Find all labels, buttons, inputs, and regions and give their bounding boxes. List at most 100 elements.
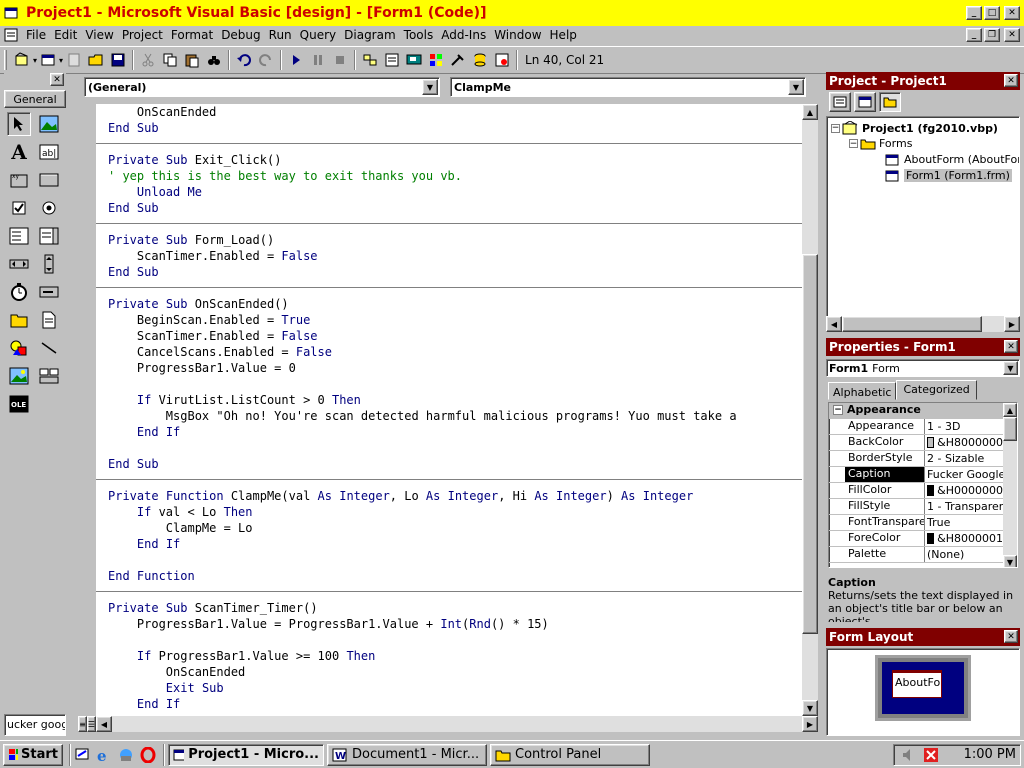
toolbox-close-button[interactable]: ✕: [50, 73, 64, 86]
code-line[interactable]: ' yep this is the best way to exit thank…: [96, 168, 802, 184]
optionbutton-tool-icon[interactable]: [37, 196, 61, 220]
view-code-icon[interactable]: [829, 92, 851, 112]
horizontal-scroll-thumb[interactable]: [842, 316, 982, 332]
image-tool-icon[interactable]: [7, 364, 31, 388]
code-line[interactable]: ClampMe = Lo: [96, 520, 802, 536]
property-row[interactable]: FontTransparen True: [829, 515, 1003, 531]
vertical-scroll-thumb[interactable]: [1003, 417, 1017, 441]
menu-format[interactable]: Format: [167, 28, 217, 42]
combobox-tool-icon[interactable]: [7, 224, 31, 248]
menu-window[interactable]: Window: [490, 28, 545, 42]
tree-item-aboutform[interactable]: AboutForm (AboutForm: [885, 153, 1019, 166]
property-row[interactable]: BorderStyle 2 - Sizable: [829, 451, 1003, 467]
data-tool-icon[interactable]: [37, 364, 61, 388]
code-line[interactable]: OnScanEnded: [96, 664, 802, 680]
tab-alphabetic[interactable]: Alphabetic: [828, 382, 897, 400]
tab-categorized[interactable]: Categorized: [896, 380, 977, 400]
frame-tool-icon[interactable]: xy: [7, 168, 31, 192]
property-value-cell[interactable]: 1 - Transparen: [925, 499, 1003, 514]
redo-icon[interactable]: [258, 52, 274, 68]
toggle-folders-icon[interactable]: [879, 92, 901, 112]
scroll-right-arrow-icon[interactable]: ▶: [1004, 316, 1020, 332]
property-row[interactable]: ForeColor &H8000001: [829, 531, 1003, 547]
code-line[interactable]: End Sub: [96, 200, 802, 216]
property-value-cell[interactable]: &H0000000: [925, 483, 1003, 498]
child-minimize-button[interactable]: _: [966, 28, 982, 42]
property-row[interactable]: FillColor &H0000000: [829, 483, 1003, 499]
tree-item-form1[interactable]: Form1 (Form1.frm): [885, 169, 1012, 182]
object-browser-icon[interactable]: [428, 52, 444, 68]
code-line[interactable]: Private Sub Form_Load(): [96, 232, 802, 248]
code-line[interactable]: End Sub: [96, 120, 802, 136]
add-project-icon[interactable]: [14, 52, 30, 68]
form-layout-canvas[interactable]: AboutFo: [826, 648, 1020, 736]
code-line[interactable]: [96, 632, 802, 648]
scroll-right-arrow-icon[interactable]: ▶: [802, 716, 818, 732]
task-control-panel[interactable]: Control Panel: [490, 743, 650, 766]
code-line[interactable]: ProgressBar1.Value = 0: [96, 360, 802, 376]
code-line[interactable]: ScanTimer.Enabled = False: [96, 248, 802, 264]
checkbox-tool-icon[interactable]: [7, 196, 31, 220]
cut-icon[interactable]: [140, 52, 156, 68]
property-row[interactable]: Palette (None): [829, 547, 1003, 563]
scroll-down-arrow-icon[interactable]: ▼: [802, 700, 818, 716]
volume-tray-icon[interactable]: [901, 747, 917, 763]
code-line[interactable]: If val < Lo Then: [96, 504, 802, 520]
drivelistbox-tool-icon[interactable]: [37, 280, 61, 304]
menu-editor-icon[interactable]: [66, 52, 82, 68]
menu-run[interactable]: Run: [265, 28, 296, 42]
code-window-icon[interactable]: [4, 28, 18, 42]
component-manager-icon[interactable]: [494, 52, 510, 68]
object-selector-dropdown-icon[interactable]: ▼: [1003, 361, 1018, 375]
scheduler-tray-icon[interactable]: [923, 747, 939, 763]
scroll-left-arrow-icon[interactable]: ◀: [96, 716, 112, 732]
start-button[interactable]: Start: [3, 743, 63, 766]
form-layout-icon[interactable]: [406, 52, 422, 68]
task-project1[interactable]: Project1 - Micro...: [168, 743, 324, 766]
break-icon[interactable]: [310, 52, 326, 68]
textbox-tool-icon[interactable]: ab|: [37, 140, 61, 164]
menu-file[interactable]: File: [22, 28, 50, 42]
minimize-button[interactable]: _: [966, 6, 982, 20]
paste-icon[interactable]: [184, 52, 200, 68]
project-horizontal-scrollbar[interactable]: ◀ ▶: [826, 316, 1020, 332]
open-project-icon[interactable]: [88, 52, 104, 68]
task-document1[interactable]: W Document1 - Micr...: [327, 743, 487, 766]
code-line[interactable]: End Function: [96, 568, 802, 584]
vertical-scroll-thumb[interactable]: [802, 254, 818, 634]
property-row[interactable]: Caption Fucker Google: [829, 467, 1003, 483]
property-value-cell[interactable]: 2 - Sizable: [925, 451, 1003, 466]
code-line[interactable]: End If: [96, 696, 802, 712]
code-line[interactable]: If VirutList.ListCount > 0 Then: [96, 392, 802, 408]
properties-window-icon[interactable]: [384, 52, 400, 68]
find-icon[interactable]: [206, 52, 222, 68]
opera-icon[interactable]: [140, 746, 156, 763]
full-module-view-icon[interactable]: ☰: [87, 716, 96, 732]
procedure-combo[interactable]: ClampMe ▼: [450, 77, 806, 97]
code-line[interactable]: ProgressBar1.Value = ProgressBar1.Value …: [96, 616, 802, 632]
procedure-view-icon[interactable]: ≡: [78, 716, 87, 732]
project-explorer-close-button[interactable]: ✕: [1004, 74, 1018, 87]
scroll-up-arrow-icon[interactable]: ▲: [802, 104, 818, 120]
code-line[interactable]: MsgBox "Oh no! You're scan detected harm…: [96, 408, 802, 424]
code-line[interactable]: Private Function ClampMe(val As Integer,…: [96, 488, 802, 504]
end-icon[interactable]: [332, 52, 348, 68]
line-tool-icon[interactable]: [37, 336, 61, 360]
clock[interactable]: 1:00 PM: [964, 747, 1016, 762]
vscrollbar-tool-icon[interactable]: [37, 252, 61, 276]
menu-add-ins[interactable]: Add-Ins: [437, 28, 490, 42]
start-icon[interactable]: [288, 52, 304, 68]
dirlistbox-tool-icon[interactable]: [7, 308, 31, 332]
code-line[interactable]: If ProgressBar1.Value >= 100 Then: [96, 648, 802, 664]
project-tree[interactable]: − Project1 (fg2010.vbp) − Forms AboutFor…: [826, 116, 1020, 318]
code-line[interactable]: ScanTimer.Enabled = False: [96, 328, 802, 344]
save-project-icon[interactable]: [110, 52, 126, 68]
procedure-combo-dropdown-icon[interactable]: ▼: [788, 79, 804, 95]
menu-help[interactable]: Help: [546, 28, 581, 42]
form-preview[interactable]: AboutFo: [892, 670, 942, 698]
add-form-icon[interactable]: [40, 52, 56, 68]
title-bar[interactable]: Project1 - Microsoft Visual Basic [desig…: [0, 0, 1024, 26]
menu-diagram[interactable]: Diagram: [340, 28, 400, 42]
menu-project[interactable]: Project: [118, 28, 167, 42]
forms-folder-node[interactable]: − Forms: [849, 137, 912, 150]
